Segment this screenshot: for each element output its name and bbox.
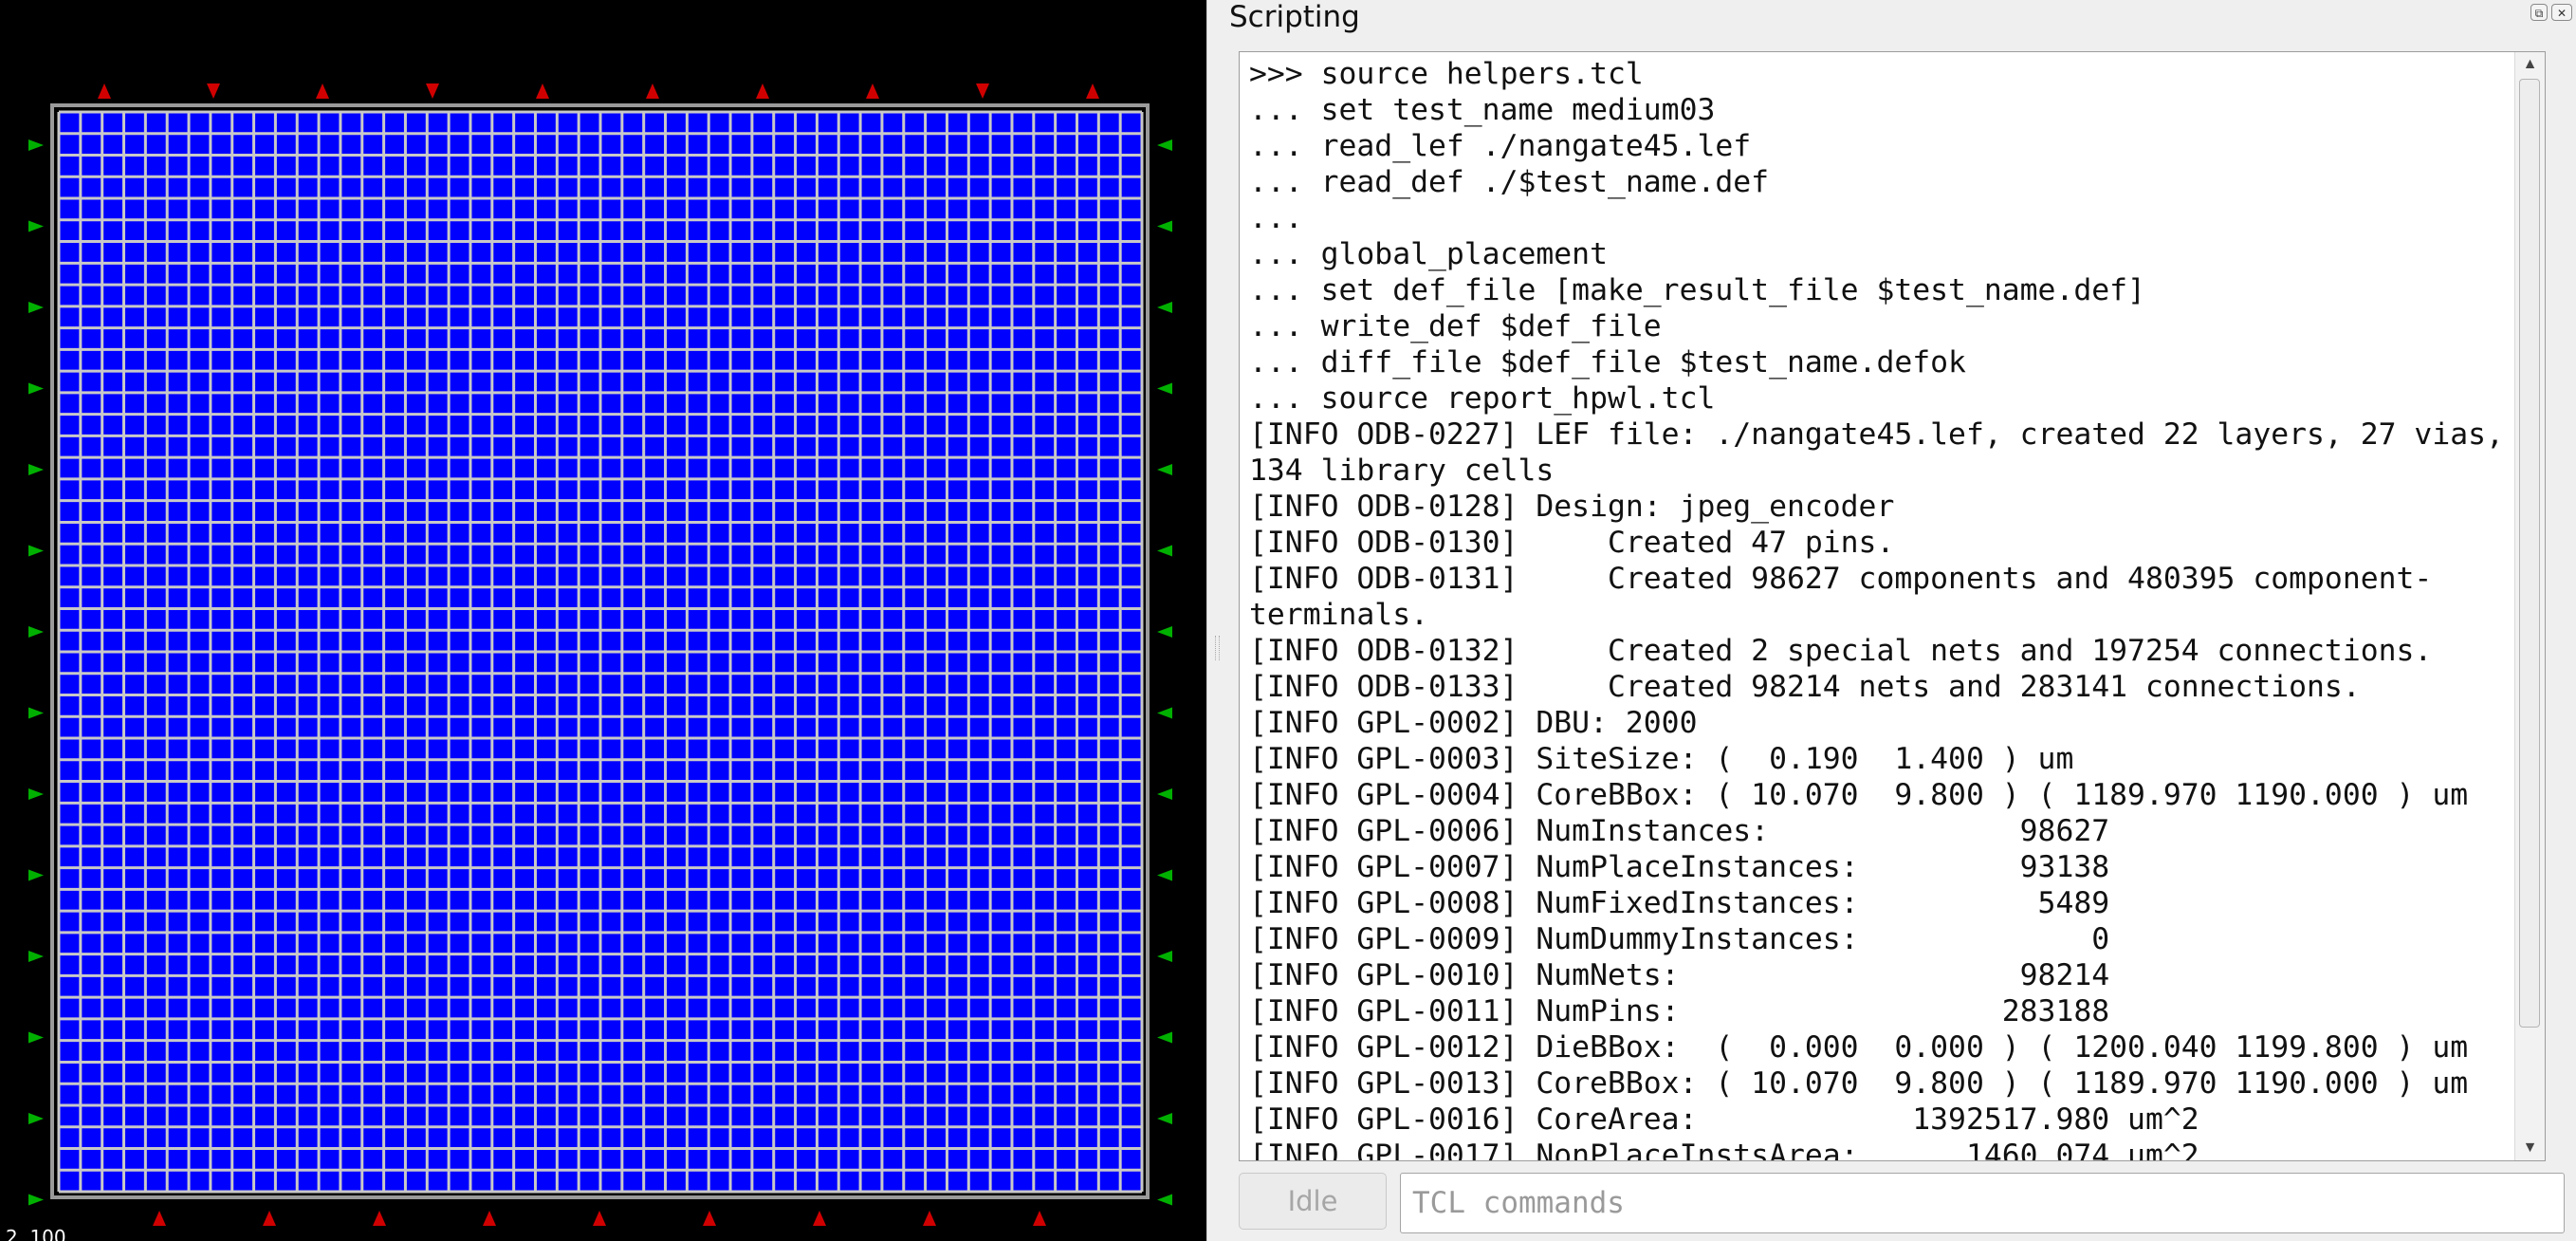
- pin-bottom: [923, 1211, 936, 1226]
- console-line: [INFO GPL-0013] CoreBBox: ( 10.070 9.800…: [1249, 1066, 2469, 1101]
- console-line: [INFO GPL-0007] NumPlaceInstances: 93138: [1249, 850, 2110, 884]
- pin-right: [1157, 626, 1172, 638]
- scale-label: 2 .100: [6, 1226, 66, 1241]
- console-output: >>> source helpers.tcl... set test_name …: [1240, 56, 2520, 1161]
- console-line: terminals.: [1249, 598, 1428, 632]
- console-line: [INFO GPL-0010] NumNets: 98214: [1249, 958, 2110, 992]
- pin-right: [1157, 464, 1172, 475]
- pin-left: [28, 788, 44, 800]
- console-line: ... source report_hpwl.tcl: [1249, 381, 1716, 416]
- pin-left: [28, 869, 44, 881]
- float-icon[interactable]: ⧉: [2530, 4, 2548, 21]
- scroll-up-icon[interactable]: ▲: [2515, 52, 2545, 77]
- pin-bottom: [263, 1211, 276, 1226]
- pin-right: [1157, 788, 1172, 800]
- console-line: [INFO GPL-0011] NumPins: 283188: [1249, 994, 2110, 1028]
- pin-left: [28, 382, 44, 395]
- console-line: >>> source helpers.tcl: [1249, 57, 1644, 91]
- splitter-grip-icon[interactable]: [1215, 636, 1220, 660]
- console-line: [INFO ODB-0128] Design: jpeg_encoder: [1249, 490, 1895, 524]
- console-line: ... set test_name medium03: [1249, 93, 1716, 127]
- pin-right: [1157, 1113, 1172, 1124]
- console-line: [INFO GPL-0008] NumFixedInstances: 5489: [1249, 886, 2110, 920]
- dock-splitter[interactable]: [1206, 0, 1225, 1241]
- scripting-dock: Scripting ⧉ ✕ >>> source helpers.tcl... …: [1225, 0, 2576, 1241]
- dock-title: Scripting: [1229, 0, 1360, 34]
- layout-viewer[interactable]: 2 .100: [0, 0, 1206, 1241]
- console-line: ... read_lef ./nangate45.lef: [1249, 129, 1752, 163]
- pin-left: [28, 1031, 44, 1044]
- console-line: [INFO ODB-0130] Created 47 pins.: [1249, 526, 1895, 560]
- close-icon[interactable]: ✕: [2551, 4, 2572, 21]
- console-line: [INFO GPL-0003] SiteSize: ( 0.190 1.400 …: [1249, 742, 2074, 776]
- pin-left: [28, 1113, 44, 1124]
- tcl-command-input[interactable]: [1400, 1173, 2565, 1233]
- pin-left: [28, 464, 44, 475]
- pin-left: [28, 139, 44, 151]
- pin-right: [1157, 139, 1172, 151]
- pin-right: [1157, 707, 1172, 719]
- pin-left: [28, 626, 44, 638]
- script-console[interactable]: >>> source helpers.tcl... set test_name …: [1239, 51, 2546, 1161]
- pin-top: [866, 83, 879, 99]
- pin-bottom: [153, 1211, 166, 1226]
- scroll-thumb[interactable]: [2519, 79, 2540, 1028]
- console-scrollbar[interactable]: ▲ ▼: [2514, 52, 2545, 1160]
- console-line: [INFO GPL-0016] CoreArea: 1392517.980 um…: [1249, 1102, 2199, 1137]
- pin-right: [1157, 1031, 1172, 1044]
- pin-bottom: [813, 1211, 826, 1226]
- pin-top: [536, 83, 549, 99]
- console-line: ... read_def ./$test_name.def: [1249, 165, 1770, 199]
- pin-top: [646, 83, 659, 99]
- console-line: ... diff_file $def_file $test_name.defok: [1249, 345, 1966, 380]
- pin-bottom: [703, 1211, 716, 1226]
- pin-right: [1157, 302, 1172, 313]
- console-line: ...: [1249, 201, 1303, 235]
- pin-bottom: [593, 1211, 606, 1226]
- pin-left: [28, 951, 44, 962]
- pin-left: [28, 545, 44, 557]
- console-line: [INFO ODB-0227] LEF file: ./nangate45.le…: [1249, 417, 2504, 452]
- console-line: ... set def_file [make_result_file $test…: [1249, 273, 2145, 307]
- pin-left: [28, 1194, 44, 1206]
- pin-bottom: [373, 1211, 386, 1226]
- pin-top: [207, 83, 220, 99]
- console-line: [INFO GPL-0006] NumInstances: 98627: [1249, 814, 2110, 848]
- pin-right: [1157, 869, 1172, 881]
- status-button[interactable]: Idle: [1239, 1173, 1387, 1230]
- console-line: [INFO GPL-0004] CoreBBox: ( 10.070 9.800…: [1249, 778, 2469, 812]
- pin-right: [1157, 545, 1172, 557]
- console-line: ... write_def $def_file: [1249, 309, 1662, 343]
- console-line: [INFO GPL-0009] NumDummyInstances: 0: [1249, 922, 2110, 956]
- pin-left: [28, 302, 44, 313]
- layout-canvas[interactable]: [0, 0, 1206, 1241]
- pin-left: [28, 220, 44, 232]
- pin-bottom: [483, 1211, 496, 1226]
- console-line: [INFO GPL-0002] DBU: 2000: [1249, 706, 1698, 740]
- pin-right: [1157, 1194, 1172, 1206]
- console-line: 134 library cells: [1249, 454, 1555, 488]
- pin-right: [1157, 951, 1172, 962]
- console-line: [INFO ODB-0133] Created 98214 nets and 2…: [1249, 670, 2361, 704]
- pin-top: [976, 83, 989, 99]
- console-line: [INFO GPL-0012] DieBBox: ( 0.000 0.000 )…: [1249, 1030, 2469, 1065]
- pin-top: [316, 83, 329, 99]
- pin-left: [28, 707, 44, 719]
- pin-top: [1086, 83, 1099, 99]
- console-line: ... global_placement: [1249, 237, 1608, 271]
- console-line: [INFO ODB-0132] Created 2 special nets a…: [1249, 634, 2433, 668]
- openroad-gui: 2 .100 Scripting ⧉ ✕ >>> source helpers.…: [0, 0, 2576, 1241]
- scroll-down-icon[interactable]: ▼: [2515, 1136, 2545, 1160]
- console-line: [INFO GPL-0017] NonPlaceInstsArea: 1460.…: [1249, 1139, 2199, 1161]
- pin-right: [1157, 382, 1172, 395]
- pin-bottom: [1033, 1211, 1046, 1226]
- pin-right: [1157, 220, 1172, 232]
- pin-top: [426, 83, 439, 99]
- console-line: [INFO ODB-0131] Created 98627 components…: [1249, 562, 2433, 596]
- pin-top: [756, 83, 769, 99]
- pin-top: [98, 83, 111, 99]
